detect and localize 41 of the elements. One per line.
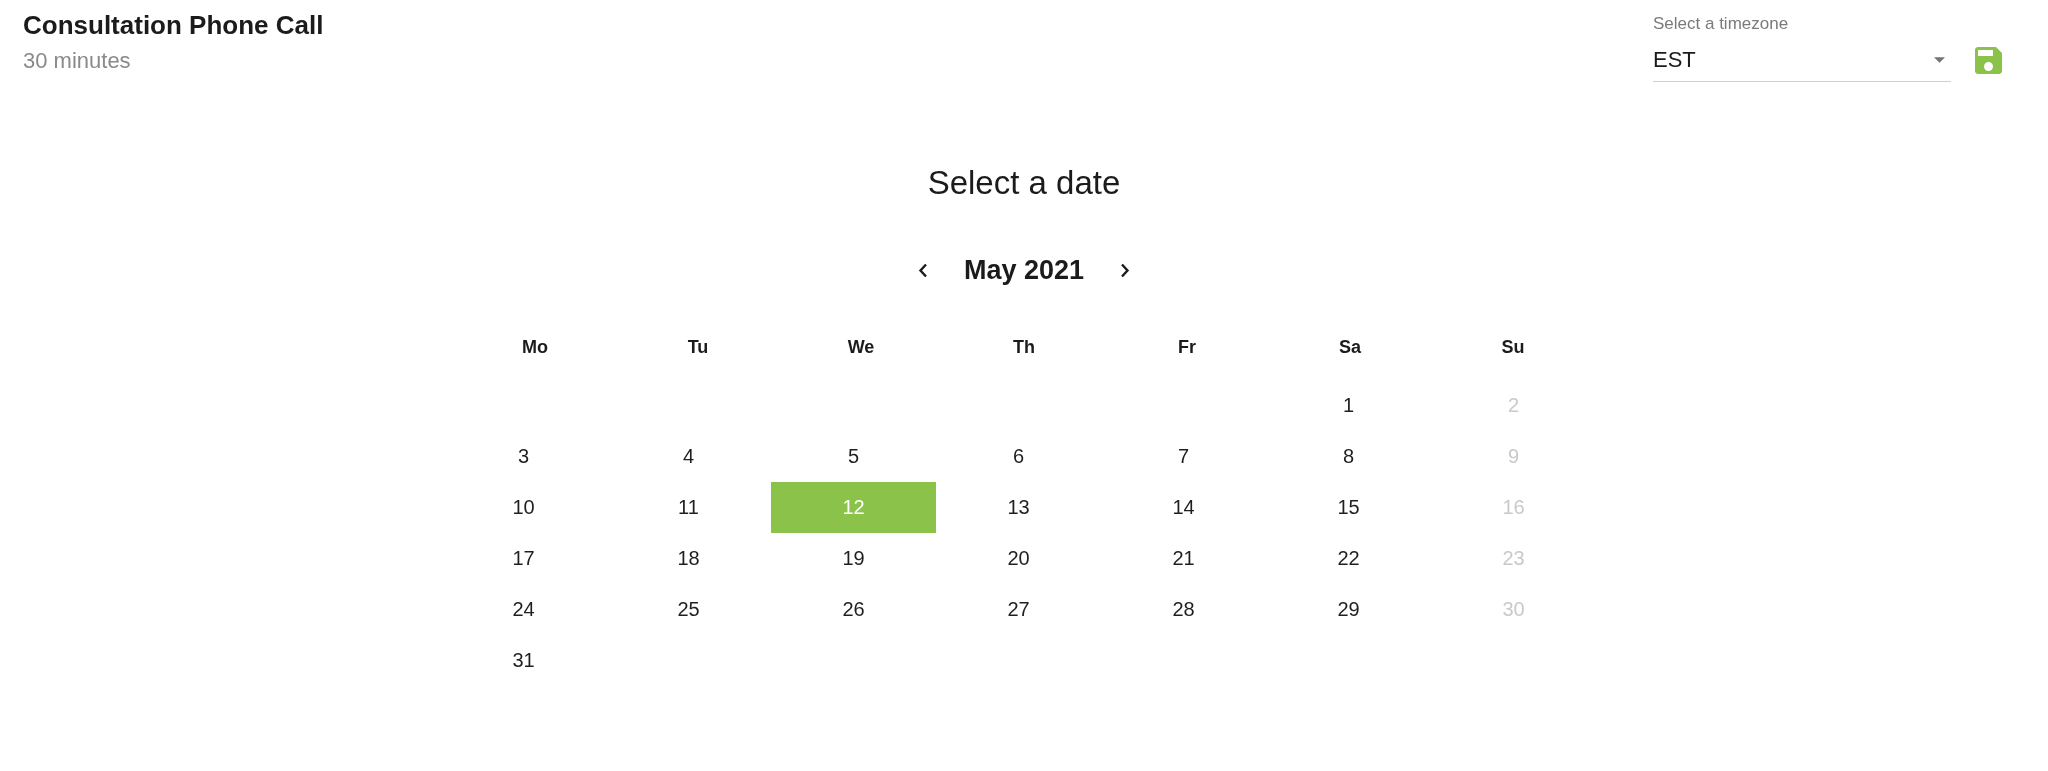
- timezone-select[interactable]: EST: [1653, 34, 1951, 82]
- day-button[interactable]: 10: [441, 482, 606, 533]
- day-button[interactable]: 19: [771, 533, 936, 584]
- day-button[interactable]: 27: [936, 584, 1101, 635]
- weekday-label: Th: [1013, 336, 1035, 358]
- day-button[interactable]: 28: [1101, 584, 1266, 635]
- day-button[interactable]: 18: [606, 533, 771, 584]
- day-button[interactable]: 14: [1101, 482, 1266, 533]
- day-button[interactable]: 1: [1266, 380, 1431, 431]
- chevron-right-icon: [1120, 262, 1130, 278]
- weekday-label: We: [847, 336, 875, 358]
- weekday-label: Tu: [687, 336, 709, 358]
- weekday-label: Sa: [1339, 336, 1361, 358]
- day-button[interactable]: 3: [441, 431, 606, 482]
- caret-icon: [1934, 56, 1945, 63]
- day-button[interactable]: 4: [606, 431, 771, 482]
- day-button[interactable]: 13: [936, 482, 1101, 533]
- day-button[interactable]: 5: [771, 431, 936, 482]
- day-button[interactable]: 31: [441, 635, 606, 686]
- day-button[interactable]: 20: [936, 533, 1101, 584]
- day-button[interactable]: 17: [441, 533, 606, 584]
- day-button[interactable]: 25: [606, 584, 771, 635]
- weekday-label: Fr: [1178, 336, 1196, 358]
- month-label: May 2021: [963, 254, 1085, 286]
- day-button[interactable]: 6: [936, 431, 1101, 482]
- day-button[interactable]: 8: [1266, 431, 1431, 482]
- chevron-left-icon: [918, 262, 928, 278]
- weekday-label: Su: [1501, 336, 1525, 358]
- day-button[interactable]: 29: [1266, 584, 1431, 635]
- event-duration: 30 minutes: [23, 48, 131, 74]
- day-button[interactable]: 7: [1101, 431, 1266, 482]
- timezone-label: Select a timezone: [1653, 14, 1789, 34]
- day-button[interactable]: 21: [1101, 533, 1266, 584]
- day-button[interactable]: 24: [441, 584, 606, 635]
- section-heading: Select a date: [927, 163, 1121, 203]
- event-title: Consultation Phone Call: [23, 9, 324, 41]
- day-button[interactable]: 22: [1266, 533, 1431, 584]
- day-button[interactable]: 26: [771, 584, 936, 635]
- day-button[interactable]: 11: [606, 482, 771, 533]
- weekday-label: Mo: [522, 336, 548, 358]
- day-button[interactable]: 15: [1266, 482, 1431, 533]
